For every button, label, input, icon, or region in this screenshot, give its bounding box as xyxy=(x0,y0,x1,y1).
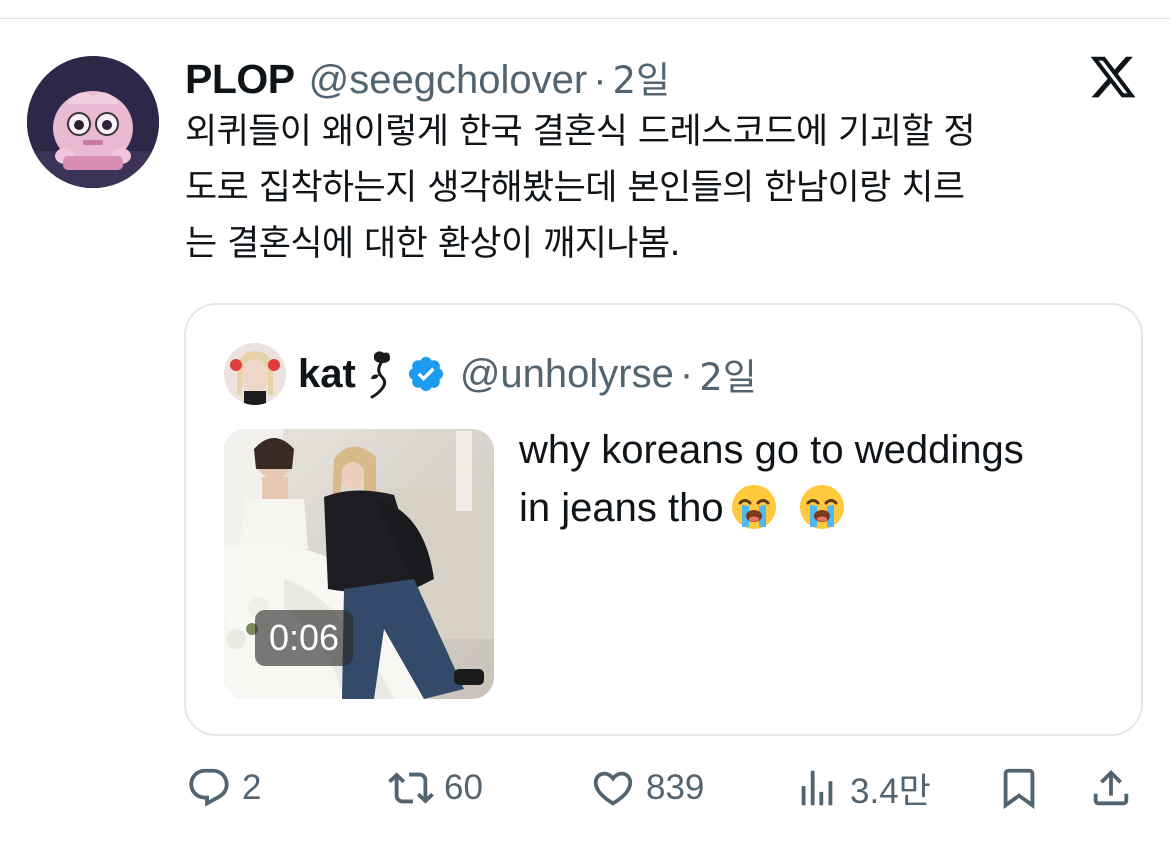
bookmark-button[interactable] xyxy=(996,758,1042,818)
video-duration-badge: 0:06 xyxy=(255,610,354,666)
share-icon xyxy=(1093,769,1129,806)
quoted-timestamp[interactable]: 2일 xyxy=(699,347,757,401)
bookmark-icon xyxy=(1003,768,1035,809)
share-button[interactable] xyxy=(1088,758,1134,818)
quoted-avatar-image xyxy=(224,343,286,405)
loudly-crying-face-icon xyxy=(731,485,776,529)
quoted-tweet[interactable]: kat @unholyrse · 2일 0:06 why koreans go … xyxy=(184,303,1143,736)
quoted-text-line: why koreans go to weddings xyxy=(519,428,1024,472)
reply-count: 2 xyxy=(242,768,262,807)
like-button[interactable]: 839 xyxy=(590,758,704,818)
header-separator: · xyxy=(593,58,607,102)
reply-icon xyxy=(189,768,229,807)
tweet-text: 외퀴들이 왜이렇게 한국 결혼식 드레스코드에 기괴할 정 도로 집착하는지 생… xyxy=(185,104,1150,272)
quoted-handle[interactable]: @unholyrse xyxy=(460,352,674,397)
loudly-crying-face-icon xyxy=(799,485,844,529)
reply-button[interactable]: 2 xyxy=(186,758,261,818)
quoted-display-name[interactable]: kat xyxy=(298,352,356,397)
verified-badge-icon xyxy=(408,356,443,392)
tweet-header: PLOP @seegcholover · 2일 xyxy=(185,50,670,104)
tweet-text-line: 외퀴들이 왜이렇게 한국 결혼식 드레스코드에 기괴할 정 xyxy=(185,112,976,152)
tweet-timestamp[interactable]: 2일 xyxy=(613,50,671,104)
views-button[interactable]: 3.4만 xyxy=(794,758,931,818)
quoted-tweet-header: kat @unholyrse · 2일 xyxy=(298,347,757,401)
views-chart-icon xyxy=(801,770,833,806)
views-count: 3.4만 xyxy=(850,771,931,811)
tweet-action-bar: 2 60 839 3.4만 xyxy=(0,758,1170,818)
quoted-text-line2-label: in jeans tho xyxy=(519,486,724,530)
like-count: 839 xyxy=(646,768,705,807)
author-handle[interactable]: @seegcholover xyxy=(309,58,588,103)
quoted-author-avatar[interactable] xyxy=(224,343,286,405)
quoted-text-line-2: in jeans tho xyxy=(519,479,1119,537)
heart-icon xyxy=(593,771,633,806)
retweet-count: 60 xyxy=(444,768,483,807)
author-avatar[interactable] xyxy=(27,56,159,188)
retweet-icon xyxy=(388,772,434,804)
x-logo-icon xyxy=(1090,56,1136,98)
quoted-tweet-text: why koreans go to weddings in jeans tho xyxy=(519,421,1119,537)
tweet-text-line: 도로 집착하는지 생각해봤는데 본인들의 한남이랑 치르 xyxy=(185,168,965,208)
tweet-text-line: 는 결혼식에 대한 환상이 깨지나봄. xyxy=(185,224,681,264)
rose-emoji-icon xyxy=(370,351,390,399)
top-divider xyxy=(0,18,1170,19)
quoted-video-thumbnail[interactable]: 0:06 xyxy=(224,429,494,699)
author-avatar-image xyxy=(27,56,159,188)
quoted-separator: · xyxy=(679,351,694,396)
retweet-button[interactable]: 60 xyxy=(388,758,483,818)
author-display-name[interactable]: PLOP xyxy=(185,56,295,103)
